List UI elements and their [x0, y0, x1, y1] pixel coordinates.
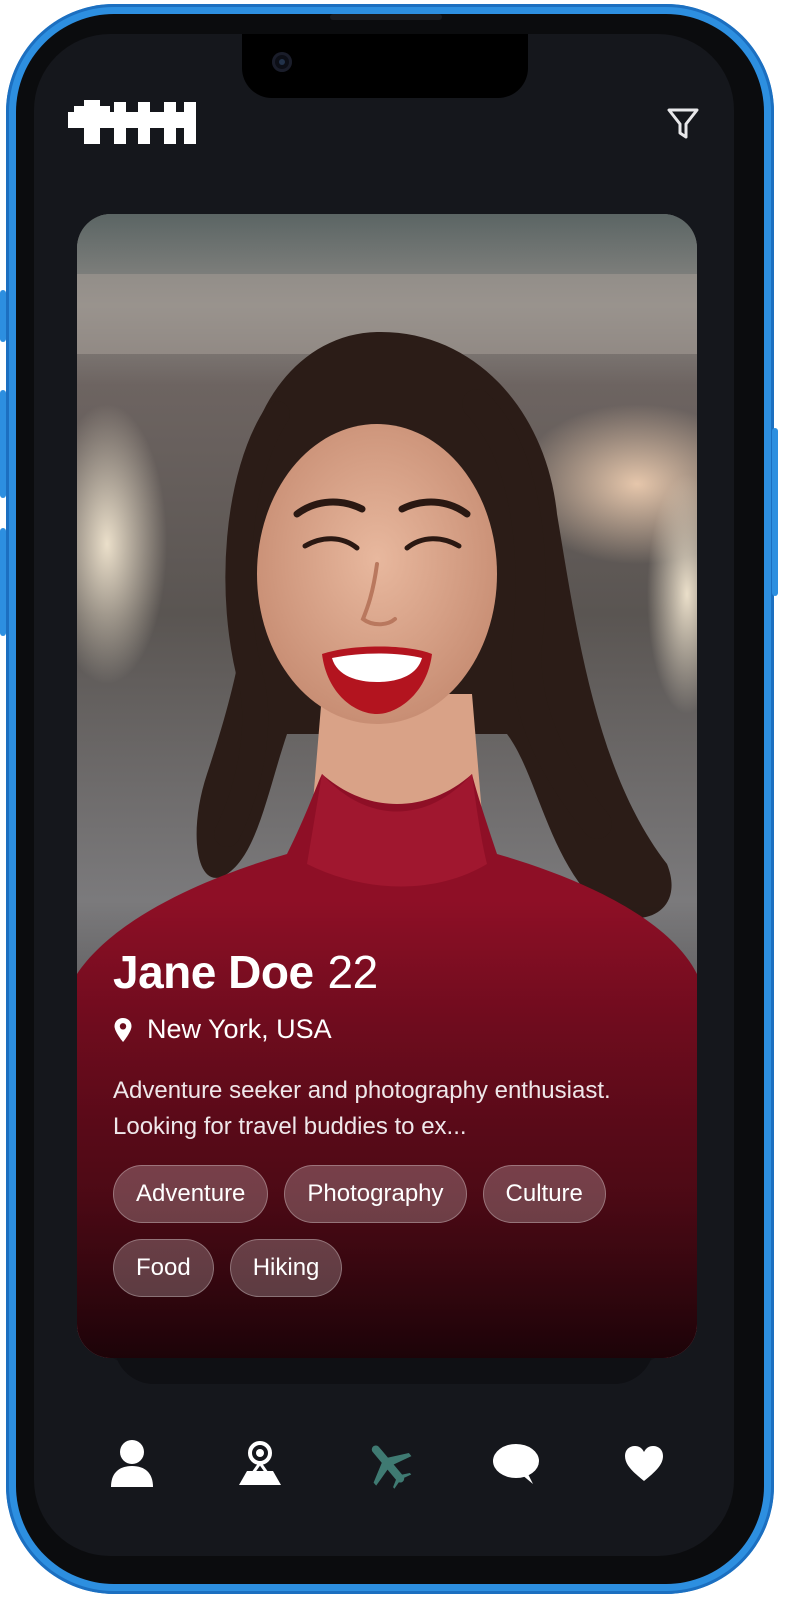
- filter-button[interactable]: [666, 106, 700, 140]
- side-button: [0, 290, 6, 342]
- chat-bubble-icon: [493, 1444, 539, 1484]
- interest-tag[interactable]: Culture: [482, 1165, 606, 1223]
- nav-trips[interactable]: [358, 1434, 418, 1494]
- notch: [242, 34, 528, 98]
- profile-age: 22: [327, 946, 379, 998]
- screen: Jane Doe 22 New York, USA Adventure seeke…: [34, 34, 734, 1556]
- location-pin-icon: [114, 1017, 132, 1042]
- interest-tag[interactable]: Hiking: [229, 1239, 343, 1297]
- profile-card[interactable]: Jane Doe 22 New York, USA Adventure seeke…: [77, 214, 697, 1358]
- front-camera: [272, 52, 292, 72]
- interest-tag[interactable]: Photography: [284, 1165, 467, 1223]
- nav-nearby[interactable]: [230, 1434, 290, 1494]
- map-pin-person-icon: [239, 1441, 281, 1485]
- profile-info: Jane Doe 22 New York, USA Adventure seeke…: [113, 944, 661, 1297]
- interest-tag[interactable]: Adventure: [113, 1165, 269, 1223]
- nav-profile[interactable]: [102, 1434, 162, 1494]
- bottom-nav: [34, 1434, 734, 1514]
- brand-logo: [68, 100, 196, 144]
- logo-icon: [68, 100, 196, 144]
- profile-name-row: Jane Doe 22: [113, 944, 661, 1000]
- airplane-icon: [371, 1445, 412, 1489]
- nav-favorites[interactable]: [614, 1434, 674, 1494]
- profile-bio: Adventure seeker and photography enthusi…: [113, 1077, 611, 1140]
- filter-icon: [667, 108, 699, 139]
- side-button: [0, 390, 6, 498]
- nav-chat[interactable]: [486, 1434, 546, 1494]
- interest-tags: Adventure Photography Culture Food Hikin…: [113, 1165, 693, 1297]
- profile-location-row: New York, USA: [113, 1014, 661, 1045]
- profile-location: New York, USA: [147, 1014, 332, 1044]
- profile-icon: [111, 1440, 153, 1487]
- interest-tag[interactable]: Food: [113, 1239, 214, 1297]
- heart-icon: [625, 1446, 663, 1481]
- profile-name: Jane Doe: [113, 946, 314, 998]
- side-button: [772, 428, 778, 596]
- side-button: [0, 528, 6, 636]
- speaker-grille: [330, 14, 442, 20]
